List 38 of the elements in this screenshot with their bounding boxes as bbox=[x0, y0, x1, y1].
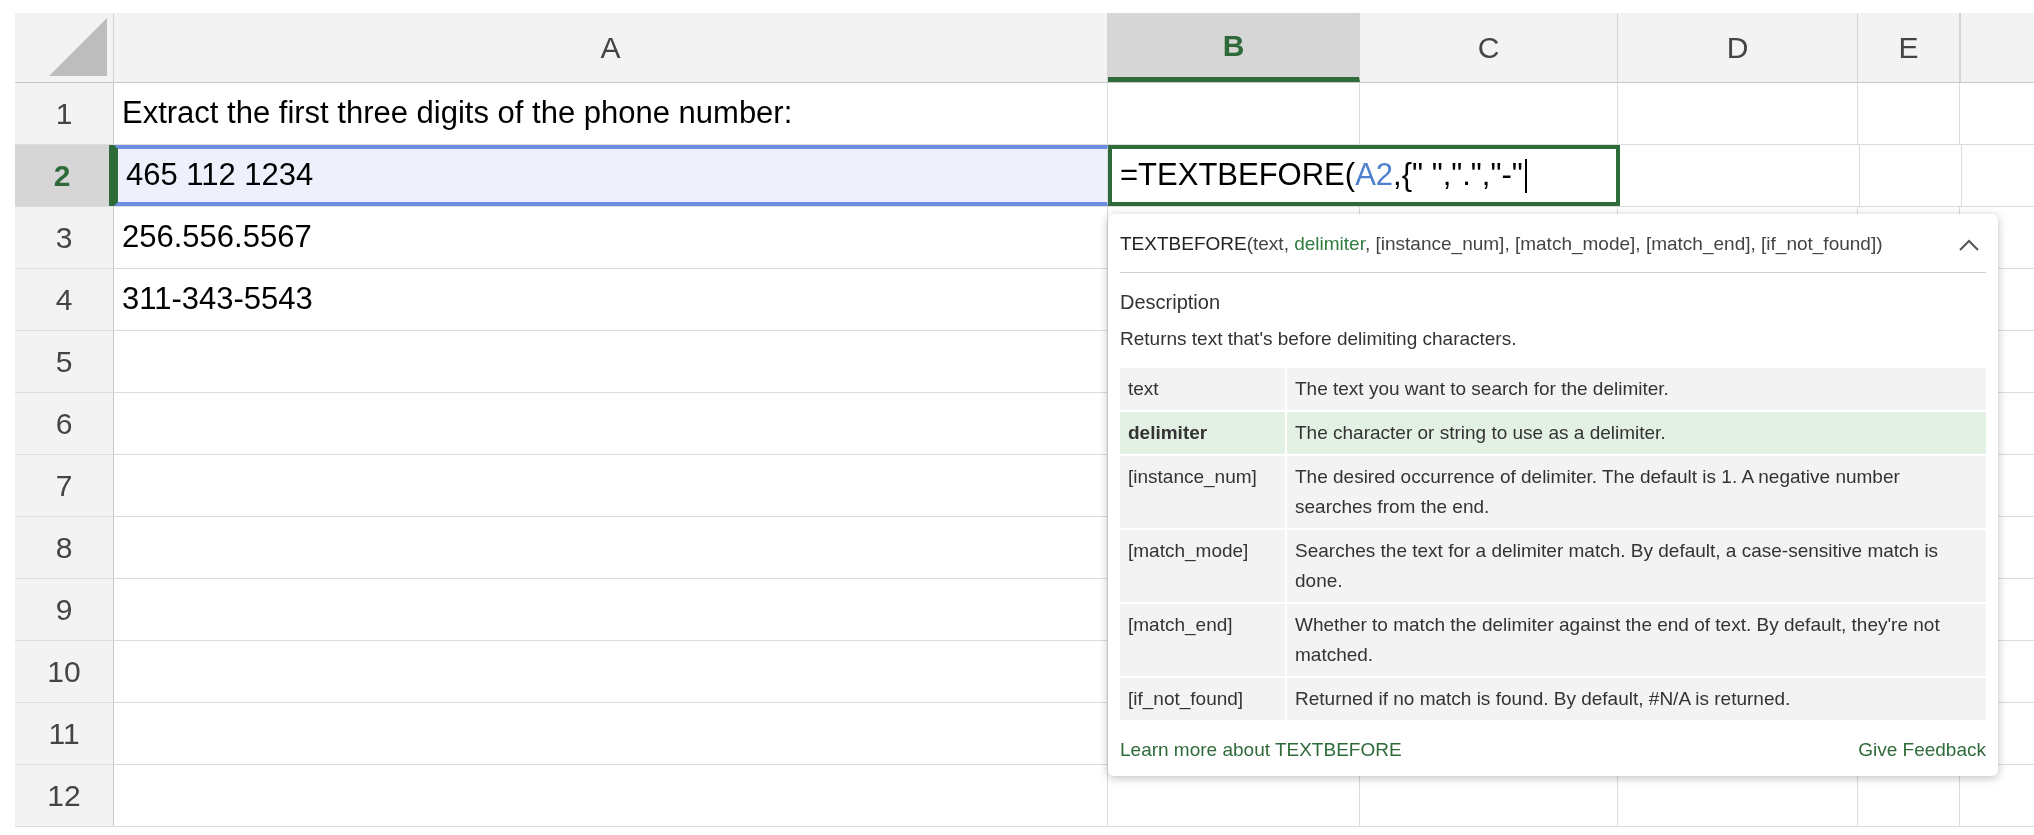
row-header[interactable]: 1 bbox=[15, 83, 114, 144]
row-header[interactable]: 8 bbox=[15, 517, 114, 578]
argument-name: [instance_num] bbox=[1120, 455, 1285, 528]
learn-more-link[interactable]: Learn more about TEXTBEFORE bbox=[1120, 735, 1402, 764]
description-text: Returns text that's before delimiting characters. bbox=[1120, 327, 1518, 351]
row-header[interactable]: 10 bbox=[15, 641, 114, 702]
row-header[interactable]: 2 bbox=[15, 145, 114, 206]
description-heading: Description bbox=[1120, 290, 1222, 315]
row-header[interactable]: 6 bbox=[15, 393, 114, 454]
argument-description: Returned if no match is found. By default, #N/A is returned. bbox=[1287, 677, 1986, 720]
text-cursor bbox=[1524, 158, 1527, 193]
argument-name: [match_end] bbox=[1120, 603, 1285, 676]
table-cell: Extract the first three digits of the phone number: bbox=[114, 83, 1108, 144]
argument-name: [match_mode] bbox=[1120, 529, 1285, 602]
formula-input-field[interactable]: =TEXTBEFORE(A2,{" ",".","-" bbox=[1108, 145, 1620, 206]
argument-description: Whether to match the delimiter against the end of text. By default, they're not matched. bbox=[1287, 603, 1986, 676]
argument-description: The character or string to use as a delimiter. bbox=[1287, 411, 1986, 454]
column-header[interactable]: D bbox=[1618, 13, 1858, 82]
argument-description: Searches the text for a delimiter match. By default, a case-sensitive match is done. bbox=[1287, 529, 1986, 602]
row-header[interactable]: 7 bbox=[15, 455, 114, 516]
row-header[interactable]: 11 bbox=[15, 703, 114, 764]
argument-description: The desired occurrence of delimiter. The default is 1. A negative number searches from the end. bbox=[1287, 455, 1986, 528]
column-header[interactable]: E bbox=[1858, 13, 1960, 82]
column-header[interactable]: B bbox=[1108, 13, 1360, 82]
table-cell: 465 112 1234 bbox=[114, 145, 1108, 206]
argument-name: text bbox=[1120, 367, 1285, 410]
chevron-up-icon bbox=[1958, 238, 1980, 252]
argument-description: The text you want to search for the delimiter. bbox=[1287, 367, 1986, 410]
row-header[interactable]: 9 bbox=[15, 579, 114, 640]
row-header[interactable]: 3 bbox=[15, 207, 114, 268]
row-header[interactable]: 5 bbox=[15, 331, 114, 392]
row-header[interactable]: 12 bbox=[15, 765, 114, 826]
row-header[interactable]: 4 bbox=[15, 269, 114, 330]
argument-name: [if_not_found] bbox=[1120, 677, 1285, 720]
column-header[interactable]: C bbox=[1360, 13, 1618, 82]
argument-name: delimiter bbox=[1120, 411, 1285, 454]
function-signature: TEXTBEFORE(text, delimiter, [instance_num], [match_mode], [match_end], [if_not_found]) bbox=[1120, 232, 1884, 257]
feedback-link[interactable]: Give Feedback bbox=[1858, 735, 1986, 764]
